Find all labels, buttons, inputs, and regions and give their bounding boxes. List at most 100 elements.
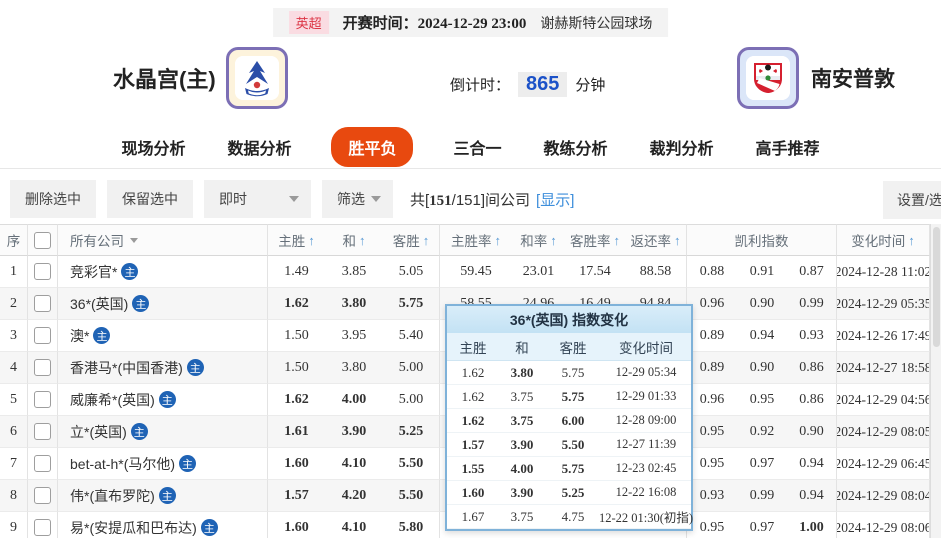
row-checkbox[interactable] [34,327,51,344]
popup-odds-cell: 5.75 [545,361,601,385]
popup-header-cell: 变化时间 [601,333,691,361]
header-pct-1[interactable]: 和率 ↑ [512,224,565,256]
odds-cell: 5.50 [383,480,440,512]
show-link[interactable]: [显示] [536,192,574,209]
match-info-bar: 英超 开赛时间：2024-12-29 23:00 谢赫斯特公园球场 [272,8,669,37]
header-company[interactable]: 所有公司 [58,224,268,256]
odds-cell: 4.10 [325,512,383,538]
instant-dropdown[interactable]: 即时 [204,180,311,218]
kelly-cell: 0.94 [737,320,787,352]
home-badge-icon: 主 [132,295,150,312]
filter-dropdown[interactable]: 筛选 [322,180,393,218]
tab-live-analysis[interactable]: 现场分析 [119,127,187,167]
kelly-cell: 1.00 [787,512,837,538]
row-checkbox[interactable] [34,391,51,408]
kickoff-value: 2024-12-29 23:00 [417,16,527,32]
checkbox-cell [28,352,58,384]
row-checkbox[interactable] [34,487,51,504]
header-pct-0[interactable]: 主胜率 ↑ [440,224,512,256]
pct-cell: 88.58 [625,256,687,288]
kelly-cell: 0.92 [737,416,787,448]
southampton-crest-icon [746,56,790,100]
kelly-cell: 0.88 [687,256,737,288]
filter-dropdown-label: 筛选 [337,191,365,207]
row-checkbox[interactable] [34,455,51,472]
delete-selected-button[interactable]: 删除选中 [10,180,96,218]
header-odds-1[interactable]: 和 ↑ [325,224,383,256]
popup-odds-cell: 3.90 [499,481,545,505]
company-cell[interactable]: 36*(英国) 主 [58,288,268,320]
vertical-scrollbar[interactable] [930,224,941,538]
row-checkbox[interactable] [34,423,51,440]
checkbox-cell [28,288,58,320]
scrollbar-thumb[interactable] [933,227,940,347]
table-row[interactable]: 1 竞彩官* 主 1.49 3.85 5.05 59.45 23.01 17.54 88.58 0.… [0,256,930,288]
pct-cell: 17.54 [565,256,625,288]
popup-row: 1.60 3.90 5.25 12-22 16:08 [447,481,691,505]
pct-cell: 59.45 [440,256,512,288]
company-cell[interactable]: 竞彩官* 主 [58,256,268,288]
company-cell[interactable]: 易*(安提瓜和巴布达) 主 [58,512,268,538]
company-cell[interactable]: 澳* 主 [58,320,268,352]
odds-cell: 1.60 [268,448,325,480]
kelly-cell: 0.99 [737,480,787,512]
tab-coach-analysis[interactable]: 教练分析 [542,127,610,167]
company-cell[interactable]: 香港马*(中国香港) 主 [58,352,268,384]
kelly-cell: 0.94 [787,448,837,480]
row-checkbox[interactable] [34,359,51,376]
settings-select-button[interactable]: 设置/选择 [883,181,941,219]
kelly-cell: 0.97 [737,512,787,538]
company-cell[interactable]: 伟*(直布罗陀) 主 [58,480,268,512]
tab-expert-picks[interactable]: 高手推荐 [754,127,822,167]
filter-caret-icon [130,237,138,243]
header-pct-3[interactable]: 返还率 ↑ [625,224,687,256]
table-toolbar: 删除选中 保留选中 即时 筛选 共[151/151]间公司 [显示] [10,180,574,218]
row-checkbox[interactable] [34,519,51,536]
venue-name: 谢赫斯特公园球场 [540,14,653,31]
home-team-name: 水晶宫(主) [113,67,216,92]
away-team-name: 南安普敦 [811,68,895,91]
company-cell[interactable]: 立*(英国) 主 [58,416,268,448]
kelly-cell: 0.95 [737,384,787,416]
popup-odds-cell: 1.62 [447,361,499,385]
tab-data-analysis[interactable]: 数据分析 [225,127,293,167]
home-badge-icon: 主 [179,455,197,472]
countdown-value: 865 [518,72,568,97]
tab-referee-analysis[interactable]: 裁判分析 [648,127,716,167]
row-checkbox[interactable] [34,295,51,312]
header-odds-2[interactable]: 客胜 ↑ [383,224,440,256]
popup-row: 1.62 3.75 6.00 12-28 09:00 [447,409,691,433]
header-change-time[interactable]: 变化时间 ↑ [837,224,930,256]
keep-selected-button[interactable]: 保留选中 [107,180,193,218]
header-kelly: 凯利指数 [687,224,837,256]
checkbox-cell [28,512,58,538]
company-cell[interactable]: 威廉希*(英国) 主 [58,384,268,416]
checkbox-cell [28,320,58,352]
popup-header-cell: 主胜 [447,333,499,361]
header-odds-0[interactable]: 主胜 ↑ [268,224,325,256]
odds-cell: 4.20 [325,480,383,512]
company-cell[interactable]: bet-at-h*(马尔他) 主 [58,448,268,480]
sort-up-icon: ↑ [550,232,557,248]
tab-win-draw-lose[interactable]: 胜平负 [331,127,414,167]
pct-cell: 23.01 [512,256,565,288]
popup-odds-cell: 1.62 [447,409,499,433]
kelly-cell: 0.93 [687,480,737,512]
nav-tabs: 现场分析 数据分析 胜平负 三合一 教练分析 裁判分析 高手推荐 [0,127,941,167]
header-pct-2[interactable]: 客胜率 ↑ [565,224,625,256]
home-team-logo [225,47,288,109]
countdown-unit: 分钟 [575,77,606,94]
kelly-cell: 0.93 [787,320,837,352]
odds-cell: 3.80 [325,352,383,384]
row-checkbox[interactable] [34,263,51,280]
popup-odds-cell: 5.75 [545,457,601,481]
popup-time-cell: 12-22 16:08 [601,481,691,505]
kickoff-label: 开赛时间： [342,15,418,32]
header-seq: 序 [0,224,28,256]
tab-three-in-one[interactable]: 三合一 [451,127,503,167]
popup-time-cell: 12-22 01:30(初指) [599,505,693,529]
odds-cell: 5.25 [383,416,440,448]
select-all-checkbox[interactable] [34,231,51,249]
sort-up-icon: ↑ [908,232,915,248]
odds-cell: 5.80 [383,512,440,538]
